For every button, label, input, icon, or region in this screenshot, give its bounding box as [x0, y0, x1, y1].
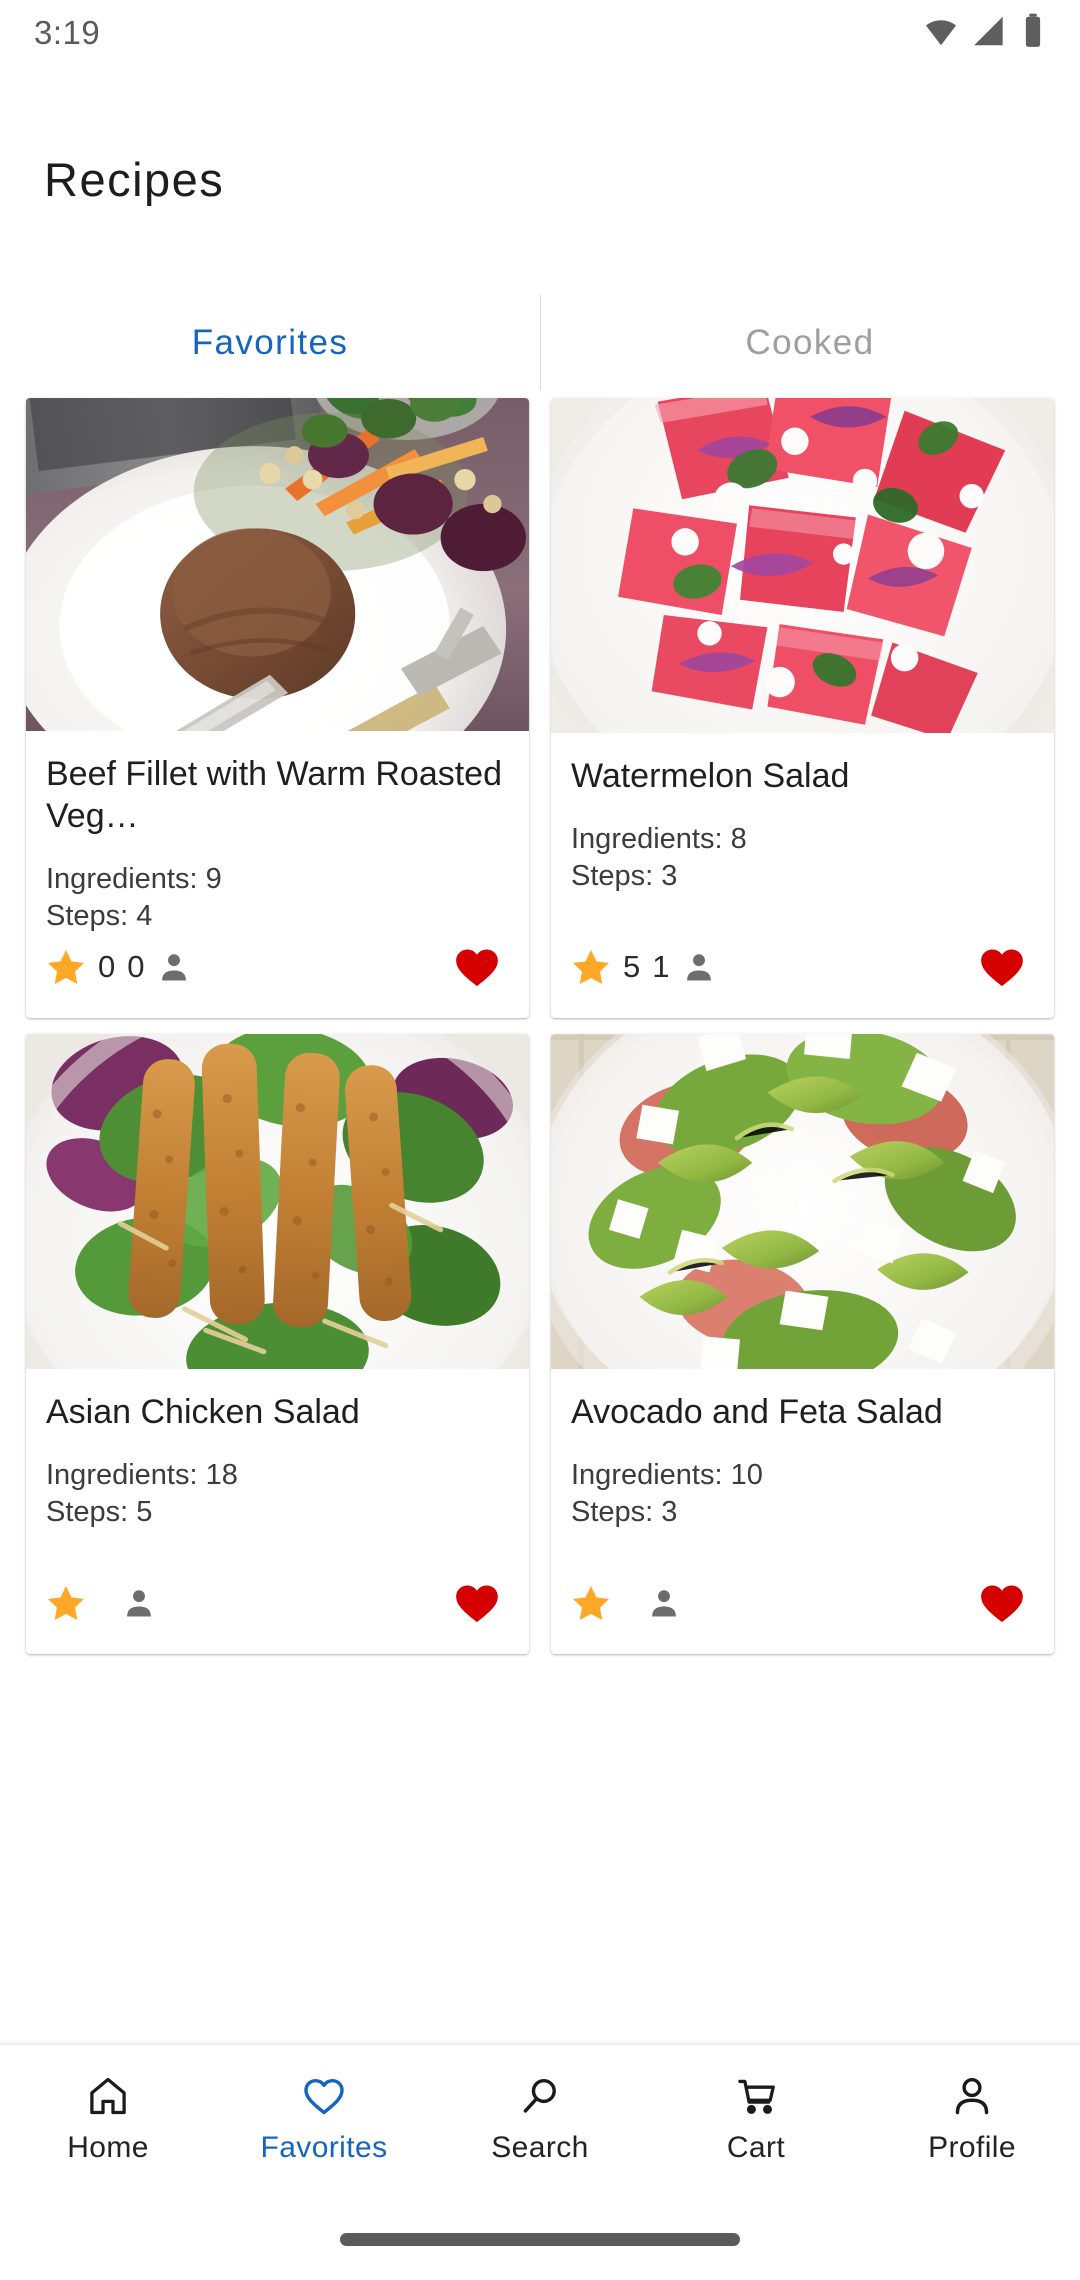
recipe-card[interactable]: Watermelon Salad Ingredients: 8 Steps: 3…: [551, 398, 1054, 1018]
heart-icon: [301, 2073, 347, 2119]
person-icon: [949, 2073, 995, 2119]
star-icon: [46, 1583, 86, 1623]
heart-icon: [452, 942, 502, 992]
app-screen: 3:19 Recipes Favorites Cooked Beef Fille…: [0, 0, 1080, 2280]
recipe-image-avocado-feta-salad: [551, 1034, 1054, 1369]
status-icons: [922, 12, 1046, 55]
recipe-card-body: Asian Chicken Salad Ingredients: 18 Step…: [26, 1369, 529, 1570]
recipe-image-beef-fillet: [26, 398, 529, 731]
recipe-rating-value: 0: [98, 949, 116, 985]
nav-label-cart: Cart: [726, 2130, 786, 2164]
nav-item-home[interactable]: Home: [0, 2073, 216, 2165]
recipe-grid: Beef Fillet with Warm Roasted Veg… Ingre…: [0, 398, 1080, 2148]
heart-icon: [977, 942, 1027, 992]
recipe-card-body: Avocado and Feta Salad Ingredients: 10 S…: [551, 1369, 1054, 1570]
battery-icon: [1020, 12, 1046, 55]
recipe-ingredients: Ingredients: 8: [571, 823, 747, 855]
recipe-meta: Ingredients: 10 Steps: 3: [571, 1457, 1034, 1531]
search-icon: [517, 2073, 563, 2119]
tab-favorites-label: Favorites: [191, 322, 349, 362]
bottom-navigation: Home Favorites Search Cart Profile: [0, 2044, 1080, 2192]
cellular-signal-icon: [971, 12, 1009, 55]
recipe-image-asian-chicken-salad: [26, 1034, 529, 1369]
recipe-ingredients: Ingredients: 9: [46, 862, 222, 895]
recipe-card[interactable]: Avocado and Feta Salad Ingredients: 10 S…: [551, 1034, 1054, 1654]
recipe-steps: Steps: 3: [571, 860, 678, 892]
star-icon: [571, 1583, 611, 1623]
nav-item-search[interactable]: Search: [432, 2073, 648, 2165]
recipe-rating-group: [46, 1583, 156, 1623]
cart-icon: [733, 2073, 779, 2119]
recipe-card[interactable]: Asian Chicken Salad Ingredients: 18 Step…: [26, 1034, 529, 1654]
recipe-title: Avocado and Feta Salad: [571, 1393, 943, 1431]
favorite-toggle-button[interactable]: [976, 1577, 1028, 1629]
tab-divider: [540, 295, 541, 390]
heart-icon: [452, 1578, 502, 1628]
recipe-servings-value: 1: [652, 949, 670, 984]
recipe-rating-group: 5 1: [571, 947, 716, 987]
recipe-rating-group: [571, 1583, 681, 1623]
recipe-title: Asian Chicken Salad: [46, 1393, 360, 1431]
recipe-stats: [26, 1570, 529, 1654]
status-bar: 3:19: [0, 0, 1080, 66]
nav-item-profile[interactable]: Profile: [864, 2073, 1080, 2165]
recipe-servings-value: 0: [127, 949, 145, 985]
nav-label-home: Home: [67, 2130, 149, 2164]
recipe-card-body: Beef Fillet with Warm Roasted Veg… Ingre…: [26, 731, 529, 935]
recipe-meta: Ingredients: 8 Steps: 3: [571, 821, 1034, 895]
favorite-toggle-button[interactable]: [451, 941, 503, 993]
tab-cooked[interactable]: Cooked: [540, 295, 1080, 390]
status-time: 3:19: [34, 14, 101, 51]
gesture-navigation-bar: [0, 2192, 1080, 2280]
recipe-ingredients: Ingredients: 18: [46, 1459, 238, 1491]
star-icon: [571, 947, 611, 987]
recipe-steps: Steps: 5: [46, 1496, 153, 1528]
person-icon: [647, 1586, 681, 1620]
recipe-meta: Ingredients: 9 Steps: 4: [46, 861, 509, 935]
favorite-toggle-button[interactable]: [976, 941, 1028, 993]
star-icon: [46, 947, 86, 987]
tab-favorites[interactable]: Favorites: [0, 295, 540, 390]
favorite-toggle-button[interactable]: [451, 1577, 503, 1629]
recipe-rating-group: 0 0: [46, 947, 191, 987]
person-icon: [122, 1586, 156, 1620]
recipe-rating-value: 5: [623, 949, 641, 984]
recipe-stats: 5 1: [551, 934, 1054, 1018]
recipe-title: Watermelon Salad: [571, 757, 850, 795]
person-icon: [157, 950, 191, 984]
recipe-stats: [551, 1570, 1054, 1654]
recipe-image-watermelon-salad: [551, 398, 1054, 733]
person-icon: [682, 950, 716, 984]
heart-icon: [977, 1578, 1027, 1628]
tab-cooked-label: Cooked: [745, 322, 875, 362]
gesture-home-pill[interactable]: [340, 2233, 740, 2246]
nav-label-search: Search: [491, 2130, 589, 2164]
wifi-icon: [922, 12, 960, 55]
recipe-ingredients: Ingredients: 10: [571, 1459, 763, 1491]
home-icon: [85, 2073, 131, 2119]
recipe-meta: Ingredients: 18 Steps: 5: [46, 1457, 509, 1531]
nav-label-profile: Profile: [928, 2130, 1016, 2164]
recipe-stats: 0 0: [26, 935, 529, 1019]
nav-item-cart[interactable]: Cart: [648, 2073, 864, 2165]
recipe-steps: Steps: 3: [571, 1496, 678, 1528]
nav-item-favorites[interactable]: Favorites: [216, 2073, 432, 2165]
recipe-title: Beef Fillet with Warm Roasted Veg…: [46, 754, 502, 835]
recipe-steps: Steps: 4: [46, 899, 153, 932]
recipe-card-body: Watermelon Salad Ingredients: 8 Steps: 3: [551, 733, 1054, 934]
page-title: Recipes: [44, 153, 225, 206]
nav-label-favorites: Favorites: [260, 2130, 388, 2164]
recipe-card[interactable]: Beef Fillet with Warm Roasted Veg… Ingre…: [26, 398, 529, 1018]
